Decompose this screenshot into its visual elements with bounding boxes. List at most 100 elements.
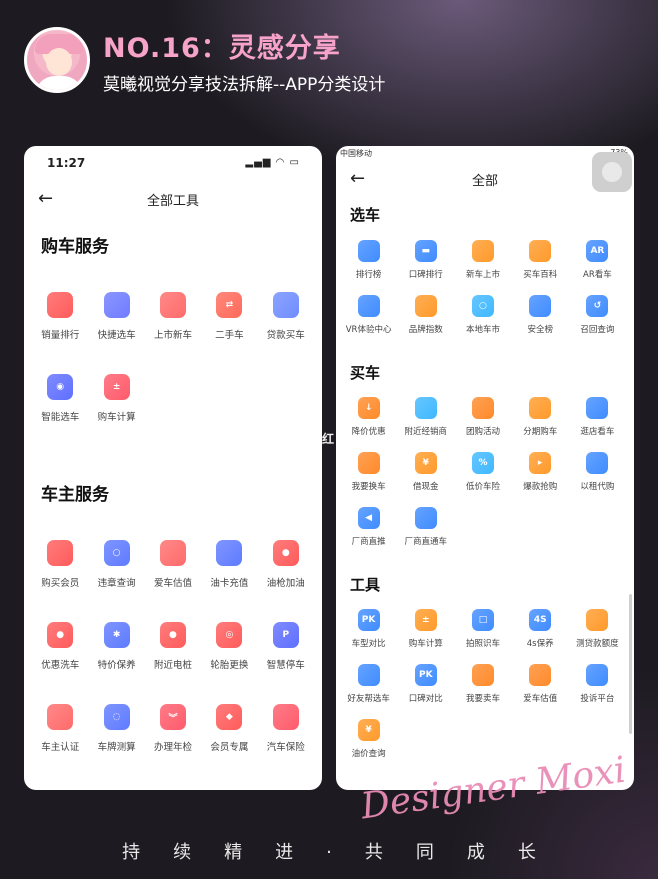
tool-item-label: 购买会员 — [41, 578, 80, 589]
tool-item[interactable]: ○ 违章查询 — [88, 540, 144, 622]
tool-item[interactable]: 销量排行 — [32, 292, 88, 374]
tool-item[interactable]: ◉ 智能选车 — [32, 374, 88, 456]
tool-item[interactable]: % 低价车险 — [454, 452, 511, 507]
book-icon — [529, 240, 552, 262]
tool-item-label: 汽车保险 — [266, 742, 305, 753]
store-icon — [586, 397, 609, 419]
tool-item[interactable]: 快捷选车 — [88, 292, 144, 374]
tool-item[interactable]: 汽车保险 — [258, 704, 314, 786]
tool-item[interactable]: P 智慧停车 — [258, 622, 314, 704]
tool-item-label: 油卡充值 — [210, 578, 249, 589]
tool-item-label: 爱车估值 — [153, 578, 192, 589]
tool-item[interactable]: 贷款买车 — [258, 292, 314, 374]
tool-item[interactable]: ︾ 办理年检 — [145, 704, 201, 786]
tool-item-label: 贷款买车 — [266, 330, 305, 341]
page-subtitle: 莫曦视觉分享技法拆解--APP分类设计 — [103, 75, 386, 95]
tool-grid: ↓ 降价优惠 附近经销商 团购活动 分期购车 逛店看车我要换车 ¥ 借现金% 低价车险 ▸ 爆款抢购… — [340, 397, 626, 562]
tool-item[interactable]: 分期购车 — [512, 397, 569, 452]
tool-item[interactable]: 安全榜 — [512, 295, 569, 350]
tool-item[interactable]: 投诉平台 — [569, 664, 626, 719]
tool-item[interactable]: 我要换车 — [340, 452, 397, 507]
tool-item[interactable]: 购买会员 — [32, 540, 88, 622]
tool-item-label: 4s保养 — [526, 639, 554, 649]
tool-item[interactable]: VR体验中心 — [340, 295, 397, 350]
tool-item[interactable]: ◌ 车牌测算 — [88, 704, 144, 786]
tool-item[interactable]: 爱车估值 — [145, 540, 201, 622]
tool-item[interactable]: 厂商直通车 — [397, 507, 454, 562]
tool-item-label: 新车上市 — [465, 270, 500, 280]
left-phone-screen: 11:27 ▂▄▆ ◠ ▭ ← 全部工具 购车服务 销量排行 快捷选车 上市新车 ⇄ 二… — [24, 146, 322, 790]
sliders-icon — [159, 540, 186, 566]
tool-item[interactable]: ↓ 降价优惠 — [340, 397, 397, 452]
swap-icon: ⇄ — [216, 292, 243, 318]
tool-item[interactable]: 爱车估值 — [512, 664, 569, 719]
tool-item[interactable]: 4S 4s保养 — [512, 609, 569, 664]
tool-item[interactable]: 测贷款额度 — [569, 609, 626, 664]
recall-icon: ↺ — [586, 295, 609, 317]
tool-item[interactable]: 我要卖车 — [454, 664, 511, 719]
tool-item-label: 好友帮选车 — [347, 694, 390, 704]
tool-item[interactable]: ◆ 会员专属 — [201, 704, 257, 786]
tool-item[interactable]: 排行榜 — [340, 240, 397, 295]
tool-item-label: 车牌测算 — [97, 742, 136, 753]
tool-item-label: 违章查询 — [97, 578, 136, 589]
section-title: 买车 — [350, 364, 381, 382]
tool-item[interactable]: 车主认证 — [32, 704, 88, 786]
tool-item-label: 快捷选车 — [97, 330, 136, 341]
tool-item[interactable]: 好友帮选车 — [340, 664, 397, 719]
tool-item-label: 车型对比 — [351, 639, 386, 649]
tool-item-label: 本地车市 — [465, 325, 500, 335]
tool-item[interactable]: □ 拍照识车 — [454, 609, 511, 664]
diamond-icon: ◆ — [216, 704, 243, 730]
tool-item[interactable]: ● 优惠洗车 — [32, 622, 88, 704]
tool-item[interactable]: 新车上市 — [454, 240, 511, 295]
tool-item[interactable]: 附近经销商 — [397, 397, 454, 452]
tool-item[interactable]: 以租代购 — [569, 452, 626, 507]
tool-item[interactable]: 逛店看车 — [569, 397, 626, 452]
tool-item[interactable]: ○ 本地车市 — [454, 295, 511, 350]
tool-item[interactable]: ± 购车计算 — [397, 609, 454, 664]
yuan-icon: ¥ — [357, 719, 380, 741]
tool-item-label: 智能选车 — [41, 412, 80, 423]
tool-item-label: 爱车估值 — [523, 694, 558, 704]
tool-item[interactable]: 团购活动 — [454, 397, 511, 452]
tool-item[interactable]: ◀ 厂商直推 — [340, 507, 397, 562]
parking-icon: P — [272, 622, 299, 648]
tool-item[interactable]: PK 车型对比 — [340, 609, 397, 664]
tool-item-label: 低价车险 — [465, 482, 500, 492]
tool-item[interactable]: PK 口碑对比 — [397, 664, 454, 719]
tool-item[interactable]: AR AR看车 — [569, 240, 626, 295]
tool-item[interactable]: ¥ 油价查询 — [340, 719, 397, 774]
tool-item[interactable]: ▬ 口碑排行 — [397, 240, 454, 295]
tool-item[interactable]: ✱ 特价保养 — [88, 622, 144, 704]
tool-item[interactable]: ▸ 爆款抢购 — [512, 452, 569, 507]
tool-item[interactable]: 买车百科 — [512, 240, 569, 295]
tool-item[interactable]: ● 油枪加油 — [258, 540, 314, 622]
tool-item[interactable]: 品牌指数 — [397, 295, 454, 350]
avatar — [24, 27, 90, 93]
tool-item-label: 拍照识车 — [465, 639, 500, 649]
tool-item[interactable]: ¥ 借现金 — [397, 452, 454, 507]
tool-item-label: 买车百科 — [523, 270, 558, 280]
chart-icon — [414, 295, 437, 317]
tool-grid: 购买会员 ○ 违章查询 爱车估值 油卡充值 ● 油枪加油 ● 优惠洗车 ✱ 特价保养 ● 附近电桩 ◎ 轮胎… — [32, 540, 314, 786]
megaphone-icon: ◀ — [357, 507, 380, 529]
tool-item[interactable]: 上市新车 — [145, 292, 201, 374]
tool-grid: PK 车型对比 ± 购车计算 □ 拍照识车 4S 4s保养 测贷款额度好友帮选车 PK 口碑对比 我要… — [340, 609, 626, 774]
tool-item[interactable]: ⇄ 二手车 — [201, 292, 257, 374]
avatar-face — [46, 48, 72, 76]
tool-item-label: 降价优惠 — [351, 427, 386, 437]
status-carrier: 中国移动 — [340, 149, 372, 158]
fuel-drop-icon: ● — [272, 540, 299, 566]
tool-item-label: 团购活动 — [465, 427, 500, 437]
tool-item[interactable]: ± 购车计算 — [88, 374, 144, 456]
sell-icon — [471, 664, 494, 686]
card-icon — [529, 397, 552, 419]
chevron-down-icon: ︾ — [159, 704, 186, 730]
right-phone-screen: 中国移动 73% ← 全部 选车 排行榜 ▬ 口碑排行 新车上市 买车百科 AR AR看车 V… — [336, 146, 634, 790]
tool-item[interactable]: 油卡充值 — [201, 540, 257, 622]
scrollbar[interactable] — [629, 594, 632, 734]
tool-item[interactable]: ↺ 召回查询 — [569, 295, 626, 350]
tool-item[interactable]: ● 附近电桩 — [145, 622, 201, 704]
tool-item[interactable]: ◎ 轮胎更换 — [201, 622, 257, 704]
